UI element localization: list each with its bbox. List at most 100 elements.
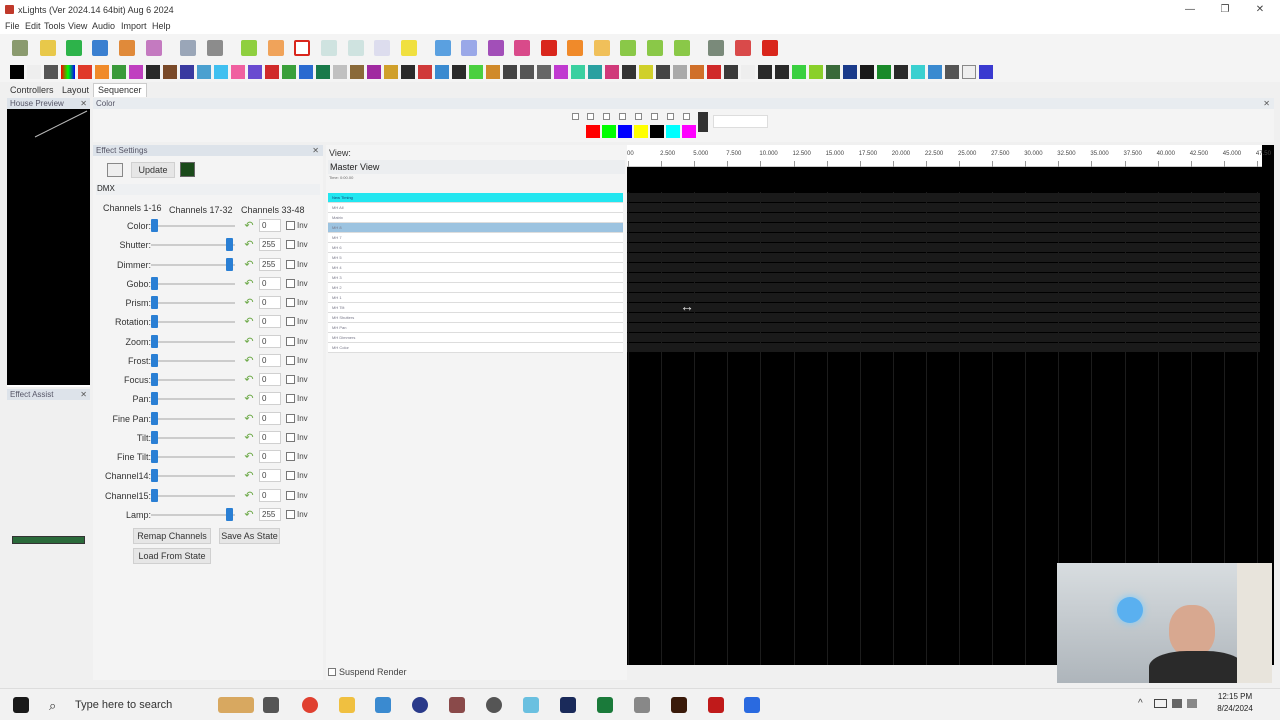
menu-import[interactable]: Import	[121, 21, 147, 31]
open-icon[interactable]	[40, 40, 56, 56]
timeline-row[interactable]	[627, 323, 1260, 332]
row-label[interactable]: MH Pan	[328, 323, 623, 333]
candle-effect-icon[interactable]	[95, 65, 109, 79]
chrome-icon[interactable]	[302, 697, 318, 713]
tab-sequencer[interactable]: Sequencer	[93, 83, 147, 97]
copy-icon[interactable]	[514, 40, 530, 56]
channel-slider-thumb[interactable]	[151, 373, 158, 386]
shape-effect-icon[interactable]	[588, 65, 602, 79]
morph-effect-icon[interactable]	[452, 65, 466, 79]
channel-value-input[interactable]: 0	[259, 315, 281, 329]
view-select[interactable]: Master View	[328, 160, 625, 174]
timeline-row[interactable]	[627, 263, 1260, 272]
pause-icon[interactable]	[268, 40, 284, 56]
channel-value-input[interactable]: 0	[259, 430, 281, 444]
app-icon-1[interactable]	[375, 697, 391, 713]
menu-edit[interactable]: Edit	[25, 21, 41, 31]
load-from-state-button[interactable]: Load From State	[133, 548, 211, 564]
wave-effect-icon[interactable]	[911, 65, 925, 79]
app-icon-5[interactable]	[634, 697, 650, 713]
glediator-effect-icon[interactable]	[299, 65, 313, 79]
palette-swatch-yellow[interactable]	[634, 125, 648, 138]
palette-swatch-magenta[interactable]	[682, 125, 696, 138]
value-curve-icon[interactable]: ↶	[243, 470, 255, 482]
value-curve-icon[interactable]: ↶	[243, 509, 255, 521]
dmx-effect-icon[interactable]	[163, 65, 177, 79]
delete-icon[interactable]	[207, 40, 223, 56]
channel-value-input[interactable]: 0	[259, 373, 281, 386]
channel-value-input[interactable]: 0	[259, 392, 281, 406]
save-as-state-button[interactable]: Save As State	[219, 528, 280, 544]
tab-layout[interactable]: Layout	[62, 85, 89, 95]
channel-slider-thumb[interactable]	[151, 411, 158, 425]
lightning-effect-icon[interactable]	[333, 65, 347, 79]
meteors-effect-icon[interactable]	[401, 65, 415, 79]
timeline-row[interactable]	[627, 233, 1260, 242]
xlights-taskbar-icon[interactable]	[449, 697, 465, 713]
tree-effect-icon[interactable]	[826, 65, 840, 79]
text-effect-icon[interactable]	[809, 65, 823, 79]
invert-checkbox[interactable]	[286, 240, 295, 250]
channel-value-input[interactable]: 0	[259, 488, 281, 502]
ripple-effect-icon[interactable]	[537, 65, 551, 79]
zoom-in-icon[interactable]	[708, 40, 724, 56]
video-effect-icon[interactable]	[860, 65, 874, 79]
palette-check-1[interactable]	[572, 113, 579, 120]
invert-checkbox[interactable]	[286, 375, 295, 384]
channel-value-input[interactable]: 0	[259, 450, 281, 463]
garlands-effect-icon[interactable]	[282, 65, 296, 79]
off-effect-icon[interactable]	[10, 65, 24, 79]
color-wash-effect-icon[interactable]	[129, 65, 143, 79]
adjust-effect-icon[interactable]	[44, 65, 58, 79]
row-label[interactable]: MH 8	[328, 223, 623, 233]
invert-checkbox[interactable]	[286, 394, 295, 404]
task-view-icon[interactable]	[263, 697, 279, 713]
value-curve-icon[interactable]: ↶	[243, 336, 255, 348]
channel-slider-track[interactable]	[151, 244, 235, 247]
curtain-effect-icon[interactable]	[146, 65, 160, 79]
channel-slider-thumb[interactable]	[226, 507, 233, 521]
shockwave-effect-icon[interactable]	[622, 65, 636, 79]
bars-effect-icon[interactable]	[61, 65, 75, 79]
row-label[interactable]: MH Dimmers	[328, 333, 623, 343]
photoshop-icon[interactable]	[560, 697, 576, 713]
suspend-render-checkbox[interactable]	[328, 668, 336, 676]
spirograph-effect-icon[interactable]	[741, 65, 755, 79]
clock-date[interactable]: 8/24/2024	[1210, 704, 1260, 713]
palette-dropdown[interactable]	[713, 115, 768, 128]
invert-checkbox[interactable]	[286, 221, 295, 230]
moving-head-effect-icon[interactable]	[418, 65, 432, 79]
zoom-out-icon[interactable]	[735, 40, 751, 56]
galaxy-effect-icon[interactable]	[265, 65, 279, 79]
butterfly-effect-icon[interactable]	[78, 65, 92, 79]
invert-checkbox[interactable]	[286, 355, 295, 365]
piano-effect-icon[interactable]	[469, 65, 483, 79]
save-icon[interactable]	[92, 40, 108, 56]
gear-icon[interactable]	[435, 40, 451, 56]
grid-icon[interactable]	[461, 40, 477, 56]
tab-channels-33-48[interactable]: Channels 33-48	[241, 205, 305, 215]
invert-checkbox[interactable]	[286, 471, 295, 481]
channel-value-input[interactable]: 255	[259, 238, 281, 252]
value-curve-icon[interactable]: ↶	[243, 355, 255, 367]
singing-face-effect-icon[interactable]	[639, 65, 653, 79]
row-label[interactable]: New Timing	[328, 193, 623, 203]
house-preview-canvas[interactable]	[7, 109, 90, 385]
spirals-effect-icon[interactable]	[724, 65, 738, 79]
on-effect-icon[interactable]	[27, 65, 41, 79]
timeline-row[interactable]	[627, 223, 1260, 232]
row-label[interactable]: MH Shutters	[328, 313, 623, 323]
update-button[interactable]: Update	[131, 162, 175, 178]
channel-value-input[interactable]: 0	[259, 296, 281, 309]
tab-channels-1-16[interactable]: Channels 1-16	[103, 203, 162, 213]
timeline-row[interactable]	[627, 303, 1260, 312]
warp-effect-icon[interactable]	[894, 65, 908, 79]
value-curve-icon[interactable]: ↶	[243, 413, 255, 425]
row-label[interactable]: Matrix	[328, 213, 623, 223]
volume-icon[interactable]	[1187, 699, 1197, 708]
channel-slider-track[interactable]	[151, 494, 235, 497]
network-icon[interactable]	[1172, 699, 1182, 708]
menu-view[interactable]: View	[68, 21, 87, 31]
timeline-row[interactable]	[627, 343, 1260, 352]
channel-slider-thumb[interactable]	[151, 488, 158, 502]
